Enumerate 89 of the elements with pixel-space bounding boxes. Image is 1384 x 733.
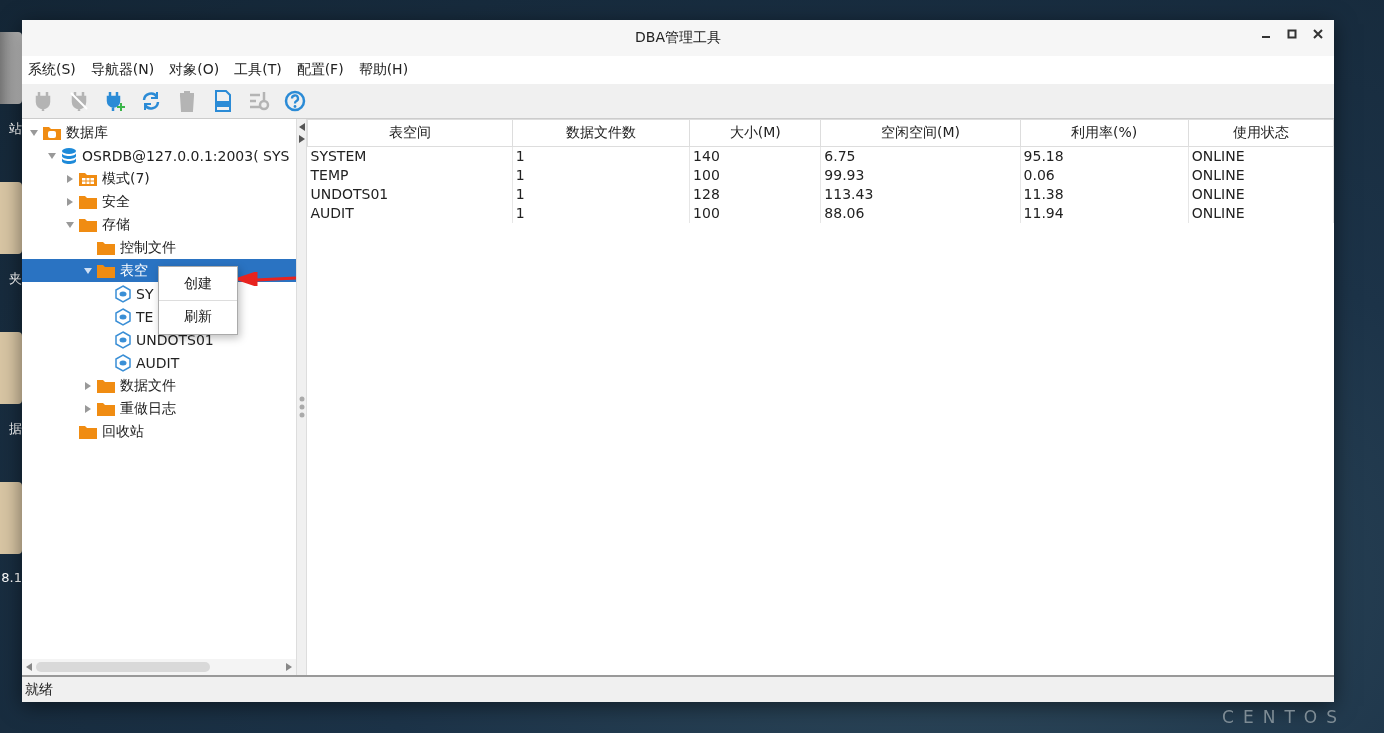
expanded-arrow-icon[interactable]	[83, 265, 93, 276]
collapsed-arrow-icon[interactable]	[83, 403, 93, 414]
database-folder-icon	[42, 124, 62, 141]
table-cell: SYSTEM	[307, 146, 513, 166]
hexagon-icon	[114, 284, 132, 303]
tree-item[interactable]: 存储	[102, 215, 130, 234]
table-cell: ONLINE	[1188, 185, 1334, 204]
column-header[interactable]: 数据文件数	[512, 119, 690, 147]
scroll-left-icon[interactable]	[26, 663, 32, 671]
expanded-arrow-icon[interactable]	[29, 127, 39, 138]
scroll-right-icon[interactable]	[286, 663, 292, 671]
expanded-arrow-icon[interactable]	[47, 150, 57, 161]
table-cell: 88.06	[820, 204, 1021, 223]
collapsed-arrow-icon[interactable]	[65, 196, 75, 207]
arrow-annotation	[238, 272, 296, 286]
sliders-icon	[248, 90, 270, 112]
tree-item[interactable]: 模式(7)	[102, 169, 150, 188]
table-cell: 1	[512, 146, 690, 166]
menu-item[interactable]: 配置(F)	[296, 61, 344, 79]
hexagon-icon	[114, 330, 132, 349]
table-cell: UNDOTS01	[307, 185, 513, 204]
help-icon	[284, 90, 306, 112]
menu-item[interactable]: 对象(O)	[169, 61, 220, 79]
desktop-icon-label: 夹	[9, 270, 22, 288]
table-cell: ONLINE	[1188, 166, 1334, 185]
menu-item[interactable]: 系统(S)	[28, 61, 76, 79]
table-cell: 100	[689, 204, 821, 223]
hexagon-icon	[114, 307, 132, 326]
expanded-arrow-icon[interactable]	[65, 219, 75, 230]
table-cell: ONLINE	[1188, 146, 1334, 166]
column-header[interactable]: 空闲空间(M)	[820, 119, 1021, 147]
table-cell: 11.38	[1020, 185, 1189, 204]
close-icon[interactable]	[1312, 28, 1324, 40]
table-cell: AUDIT	[307, 204, 513, 223]
table-cell: 128	[689, 185, 821, 204]
tree-item[interactable]: UNDOTS01	[136, 331, 214, 348]
unplug-icon	[68, 90, 90, 112]
table-cell: 113.43	[820, 185, 1021, 204]
context-menu-item[interactable]: 创建	[159, 270, 237, 298]
tree-item[interactable]: AUDIT	[136, 354, 180, 371]
table-cell: 1	[512, 204, 690, 223]
context-menu-item[interactable]: 刷新	[159, 303, 237, 331]
table-cell: 1	[512, 185, 690, 204]
table-cell: 1	[512, 166, 690, 185]
table-cell: 100	[689, 166, 821, 185]
plug-add-icon	[104, 90, 126, 112]
tree-item[interactable]: 数据文件	[120, 376, 176, 395]
window-title: DBA管理工具	[635, 29, 721, 47]
menu-item[interactable]: 导航器(N)	[90, 61, 155, 79]
column-header[interactable]: 大小(M)	[689, 119, 821, 147]
table-cell: 95.18	[1020, 146, 1189, 166]
refresh-icon	[140, 90, 162, 112]
tree-item[interactable]: 重做日志	[120, 399, 176, 418]
table-cell: 6.75	[820, 146, 1021, 166]
collapse-arrows-icon[interactable]	[298, 123, 305, 143]
obj-file-icon	[212, 90, 234, 112]
table-cell: ONLINE	[1188, 204, 1334, 223]
hexagon-icon	[114, 353, 132, 372]
column-header[interactable]: 使用状态	[1188, 119, 1334, 147]
horizontal-scrollbar[interactable]	[22, 659, 296, 675]
tree-item[interactable]: 数据库	[66, 123, 108, 142]
status-text: 就绪	[25, 680, 53, 699]
table-cell: 99.93	[820, 166, 1021, 185]
column-header[interactable]: 表空间	[307, 119, 513, 147]
tree-item[interactable]: SY	[136, 285, 154, 302]
tree-item[interactable]: TE	[136, 308, 154, 325]
collapsed-arrow-icon[interactable]	[65, 173, 75, 184]
table-cell: 11.94	[1020, 204, 1189, 223]
tree-item[interactable]: 安全	[102, 192, 130, 211]
toolbar-button[interactable]	[282, 88, 308, 114]
collapsed-arrow-icon[interactable]	[83, 380, 93, 391]
tree-item[interactable]: 回收站	[102, 422, 144, 441]
desktop-brand-text: CENTOS	[1222, 707, 1346, 727]
menu-item[interactable]: 帮助(H)	[358, 61, 409, 79]
menu-item[interactable]: 工具(T)	[234, 61, 282, 79]
database-icon	[60, 146, 78, 165]
tree-item[interactable]: 控制文件	[120, 238, 176, 257]
column-header[interactable]: 利用率(%)	[1020, 119, 1189, 147]
grid-folder-icon	[78, 170, 98, 187]
table-cell: 0.06	[1020, 166, 1189, 185]
tree-item[interactable]: OSRDB@127.0.0.1:2003( SYS	[82, 147, 290, 164]
tree-item[interactable]: 表空	[120, 261, 148, 280]
desktop-icon-label: 站	[9, 120, 22, 138]
table-cell: TEMP	[307, 166, 513, 185]
desktop-icon-label: 据	[9, 420, 22, 438]
desktop-icon-label: 8.1	[1, 570, 22, 585]
maximize-icon[interactable]	[1286, 28, 1298, 40]
grip-dots-icon[interactable]	[298, 396, 305, 418]
table-cell: 140	[689, 146, 821, 166]
